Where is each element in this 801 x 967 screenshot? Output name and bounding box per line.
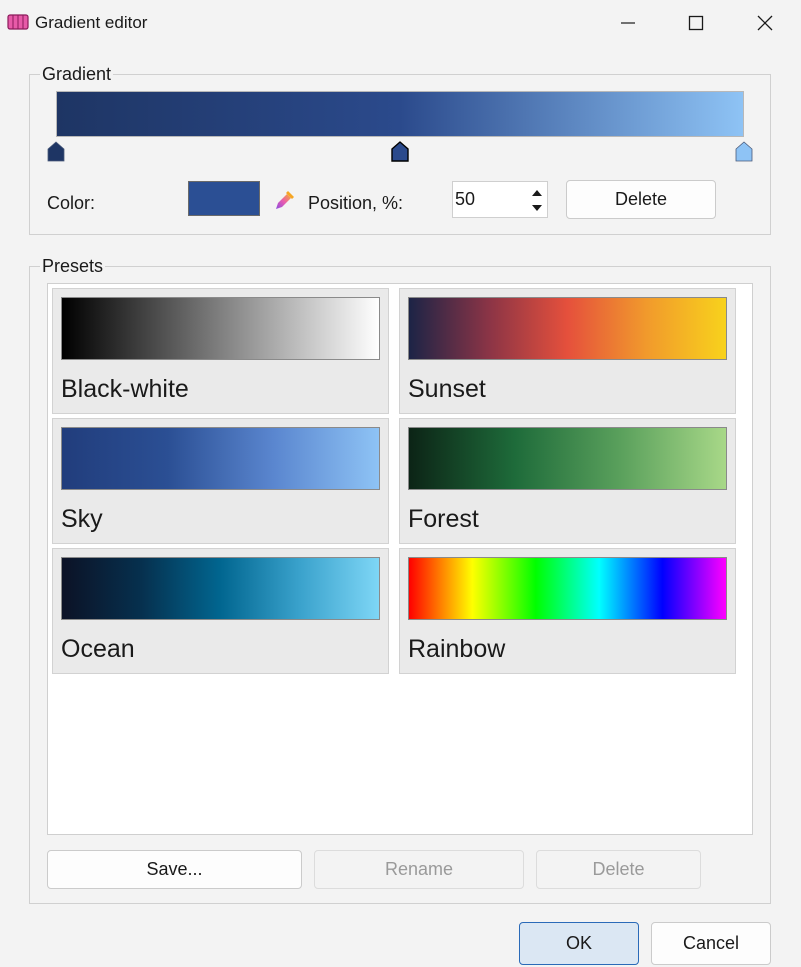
close-icon — [757, 15, 773, 31]
preset-gradient-bar — [408, 427, 727, 490]
preset-gradient-bar — [61, 557, 380, 620]
preset-name: Ocean — [61, 635, 135, 663]
preset-name: Forest — [408, 505, 479, 533]
window-title: Gradient editor — [35, 13, 148, 32]
preset-gradient-bar — [61, 297, 380, 360]
minimize-icon — [621, 22, 635, 24]
gradient-preview-bar[interactable] — [56, 91, 744, 137]
preset-gradient-bar — [61, 427, 380, 490]
gradient-group-legend: Gradient — [42, 64, 112, 84]
delete-preset-button[interactable]: Delete — [536, 850, 701, 889]
preset-name: Rainbow — [408, 635, 506, 663]
preset-gradient-bar — [408, 557, 727, 620]
preset-list: Black-white Sunset Sky Forest Ocean Rainbow — [47, 283, 753, 835]
gradient-stop-marker[interactable] — [391, 141, 409, 162]
gradient-stop-marker[interactable] — [735, 141, 753, 162]
preset-item[interactable]: Rainbow — [399, 548, 736, 674]
preset-item[interactable]: Sky — [52, 418, 389, 544]
arrow-down-icon — [532, 205, 542, 211]
presets-group-legend: Presets — [42, 256, 104, 276]
color-swatch-button[interactable] — [188, 181, 260, 216]
position-spinbox — [452, 181, 548, 218]
gradient-stop-marker[interactable] — [47, 141, 65, 162]
position-label: Position, %: — [308, 193, 404, 213]
preset-item[interactable]: Sunset — [399, 288, 736, 414]
delete-stop-button[interactable]: Delete — [566, 180, 716, 219]
eyedropper-icon[interactable] — [273, 188, 297, 212]
maximize-button[interactable] — [662, 0, 730, 46]
minimize-button[interactable] — [594, 0, 662, 46]
maximize-icon — [688, 15, 704, 31]
arrow-up-icon — [532, 190, 542, 196]
preset-name: Black-white — [61, 375, 189, 403]
rename-preset-button[interactable]: Rename — [314, 850, 524, 889]
preset-name: Sky — [61, 505, 103, 533]
position-input[interactable] — [453, 182, 525, 217]
save-preset-button[interactable]: Save... — [47, 850, 302, 889]
cancel-button[interactable]: Cancel — [651, 922, 771, 965]
color-label: Color: — [47, 193, 96, 213]
spin-up-button[interactable] — [529, 186, 545, 200]
title-bar: Gradient editor — [0, 0, 801, 46]
close-button[interactable] — [731, 0, 799, 46]
spin-down-button[interactable] — [529, 201, 545, 215]
preset-item[interactable]: Forest — [399, 418, 736, 544]
preset-gradient-bar — [408, 297, 727, 360]
preset-name: Sunset — [408, 375, 486, 403]
ok-button[interactable]: OK — [519, 922, 639, 965]
preset-item[interactable]: Black-white — [52, 288, 389, 414]
gradient-app-icon — [7, 14, 29, 30]
preset-item[interactable]: Ocean — [52, 548, 389, 674]
